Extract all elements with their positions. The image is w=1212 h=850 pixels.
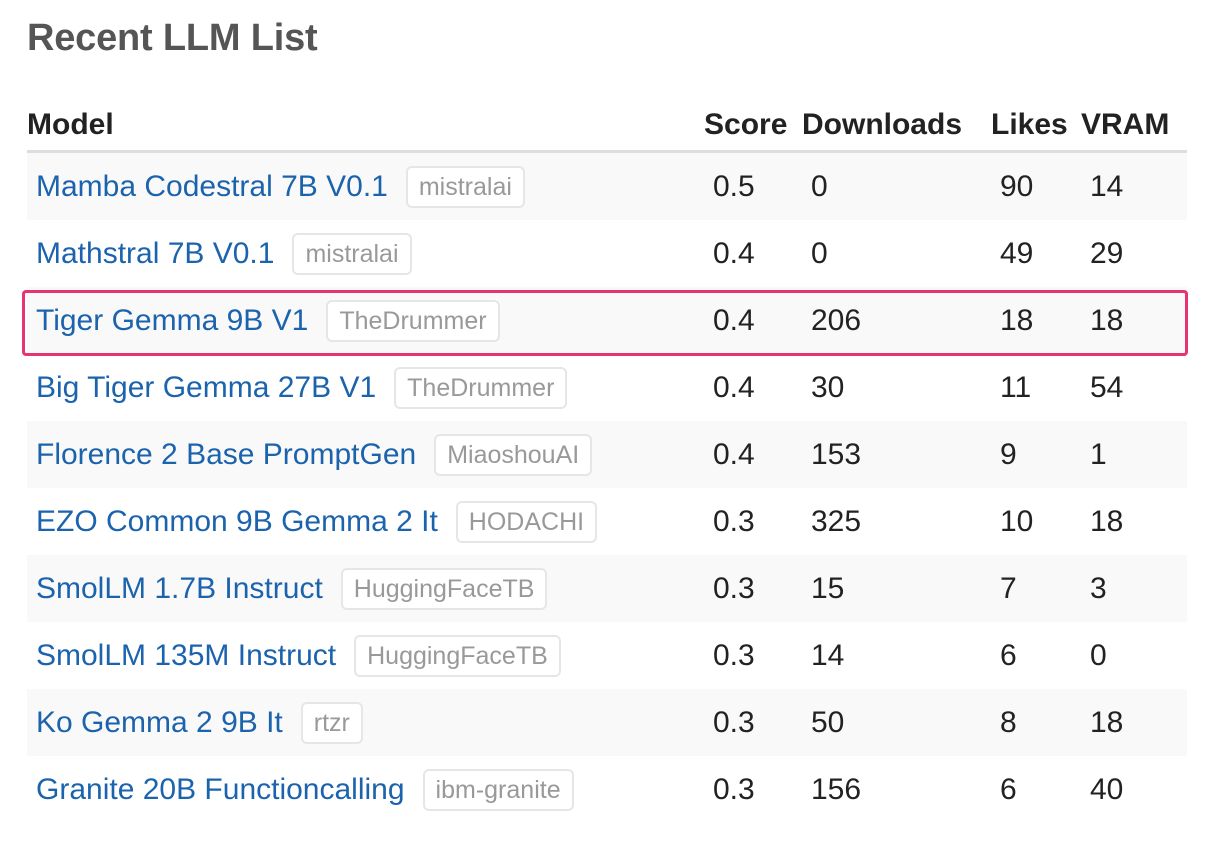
downloads-cell: 153 bbox=[802, 421, 991, 488]
column-header-vram[interactable]: VRAM bbox=[1081, 100, 1187, 153]
author-badge: MiaoshouAI bbox=[434, 433, 593, 476]
table-row: Mathstral 7B V0.1 mistralai 0.4 0 49 29 bbox=[27, 220, 1187, 287]
likes-cell: 6 bbox=[1000, 638, 1017, 672]
model-link[interactable]: Big Tiger Gemma 27B V1 bbox=[36, 371, 376, 404]
vram-cell: 3 bbox=[1081, 555, 1187, 622]
table-row: Mamba Codestral 7B V0.1 mistralai 0.5 0 9… bbox=[27, 151, 1187, 220]
downloads-cell: 30 bbox=[811, 370, 845, 404]
llm-table: Model Score Downloads Likes VRAM Mamba C… bbox=[27, 100, 1187, 823]
likes-cell: 6 bbox=[1000, 772, 1017, 806]
table-row: Granite 20B Functioncalling ibm-granite 0… bbox=[27, 756, 1187, 823]
downloads-cell: 50 bbox=[802, 689, 991, 756]
likes-cell: 49 bbox=[1000, 236, 1034, 270]
score-cell: 0.4 bbox=[704, 421, 802, 488]
model-cell: Ko Gemma 2 9B It rtzr bbox=[27, 689, 704, 756]
table-header-row: Model Score Downloads Likes VRAM bbox=[27, 100, 1187, 153]
column-header-likes[interactable]: Likes bbox=[991, 100, 1081, 153]
model-cell: SmolLM 135M Instruct HuggingFaceTB bbox=[27, 622, 704, 689]
downloads-cell: 0 bbox=[811, 236, 828, 270]
downloads-cell: 206 bbox=[802, 287, 991, 354]
model-link[interactable]: Granite 20B Functioncalling bbox=[36, 773, 405, 806]
table-row-highlighted: Tiger Gemma 9B V1 TheDrummer 0.4 206 18 1… bbox=[27, 287, 1187, 354]
vram-cell: 0 bbox=[1090, 638, 1107, 672]
downloads-cell: 15 bbox=[802, 555, 991, 622]
likes-cell: 10 bbox=[1000, 504, 1034, 538]
author-badge: TheDrummer bbox=[394, 366, 568, 409]
downloads-cell: 14 bbox=[811, 638, 845, 672]
table-row: EZO Common 9B Gemma 2 It HODACHI 0.3 325 … bbox=[27, 488, 1187, 555]
model-link[interactable]: EZO Common 9B Gemma 2 It bbox=[36, 505, 438, 538]
model-link[interactable]: SmolLM 135M Instruct bbox=[36, 639, 336, 672]
author-badge: mistralai bbox=[405, 165, 525, 208]
likes-cell: 9 bbox=[991, 421, 1081, 488]
score-cell: 0.3 bbox=[713, 504, 755, 538]
score-cell: 0.5 bbox=[704, 151, 802, 220]
score-cell: 0.4 bbox=[713, 370, 755, 404]
model-cell: Florence 2 Base PromptGen MiaoshouAI bbox=[27, 421, 704, 488]
model-link[interactable]: Ko Gemma 2 9B It bbox=[36, 706, 283, 739]
score-cell: 0.4 bbox=[704, 287, 802, 354]
vram-cell: 40 bbox=[1090, 772, 1124, 806]
model-link[interactable]: SmolLM 1.7B Instruct bbox=[36, 572, 323, 605]
column-header-model[interactable]: Model bbox=[27, 100, 704, 153]
author-badge: HuggingFaceTB bbox=[340, 567, 548, 610]
model-link[interactable]: Mamba Codestral 7B V0.1 bbox=[36, 170, 388, 203]
author-badge: rtzr bbox=[300, 701, 363, 744]
page-title: Recent LLM List bbox=[27, 17, 318, 59]
vram-cell: 18 bbox=[1090, 504, 1124, 538]
model-cell: EZO Common 9B Gemma 2 It HODACHI bbox=[27, 488, 704, 555]
model-link[interactable]: Mathstral 7B V0.1 bbox=[36, 237, 274, 270]
author-badge: HuggingFaceTB bbox=[354, 634, 561, 677]
author-badge: TheDrummer bbox=[326, 299, 500, 342]
model-cell: Mamba Codestral 7B V0.1 mistralai bbox=[27, 151, 704, 220]
likes-cell: 90 bbox=[991, 151, 1081, 220]
score-cell: 0.3 bbox=[713, 638, 755, 672]
model-cell: Tiger Gemma 9B V1 TheDrummer bbox=[27, 287, 704, 354]
vram-cell: 18 bbox=[1081, 287, 1187, 354]
model-cell: Mathstral 7B V0.1 mistralai bbox=[27, 220, 704, 287]
author-badge: ibm-granite bbox=[422, 768, 574, 811]
model-cell: SmolLM 1.7B Instruct HuggingFaceTB bbox=[27, 555, 704, 622]
table-row: Big Tiger Gemma 27B V1 TheDrummer 0.4 30 … bbox=[27, 354, 1187, 421]
vram-cell: 54 bbox=[1090, 370, 1124, 404]
table-row: Ko Gemma 2 9B It rtzr 0.3 50 8 18 bbox=[27, 689, 1187, 756]
likes-cell: 8 bbox=[991, 689, 1081, 756]
downloads-cell: 0 bbox=[802, 151, 991, 220]
model-link[interactable]: Tiger Gemma 9B V1 bbox=[36, 304, 308, 337]
vram-cell: 1 bbox=[1081, 421, 1187, 488]
downloads-cell: 156 bbox=[811, 772, 862, 806]
downloads-cell: 325 bbox=[811, 504, 862, 538]
author-badge: mistralai bbox=[292, 232, 412, 275]
column-header-downloads[interactable]: Downloads bbox=[802, 100, 991, 153]
score-cell: 0.4 bbox=[713, 236, 755, 270]
score-cell: 0.3 bbox=[713, 772, 755, 806]
column-header-score[interactable]: Score bbox=[704, 100, 802, 153]
model-cell: Granite 20B Functioncalling ibm-granite bbox=[27, 756, 704, 823]
model-cell: Big Tiger Gemma 27B V1 TheDrummer bbox=[27, 354, 704, 421]
vram-cell: 29 bbox=[1090, 236, 1124, 270]
score-cell: 0.3 bbox=[704, 689, 802, 756]
table-row: SmolLM 135M Instruct HuggingFaceTB 0.3 14… bbox=[27, 622, 1187, 689]
table-row: Florence 2 Base PromptGen MiaoshouAI 0.4 … bbox=[27, 421, 1187, 488]
likes-cell: 7 bbox=[991, 555, 1081, 622]
model-link[interactable]: Florence 2 Base PromptGen bbox=[36, 438, 416, 471]
author-badge: HODACHI bbox=[455, 500, 598, 543]
likes-cell: 11 bbox=[1000, 370, 1032, 404]
vram-cell: 18 bbox=[1081, 689, 1187, 756]
likes-cell: 18 bbox=[991, 287, 1081, 354]
table-row: SmolLM 1.7B Instruct HuggingFaceTB 0.3 15… bbox=[27, 555, 1187, 622]
vram-cell: 14 bbox=[1081, 151, 1187, 220]
score-cell: 0.3 bbox=[704, 555, 802, 622]
